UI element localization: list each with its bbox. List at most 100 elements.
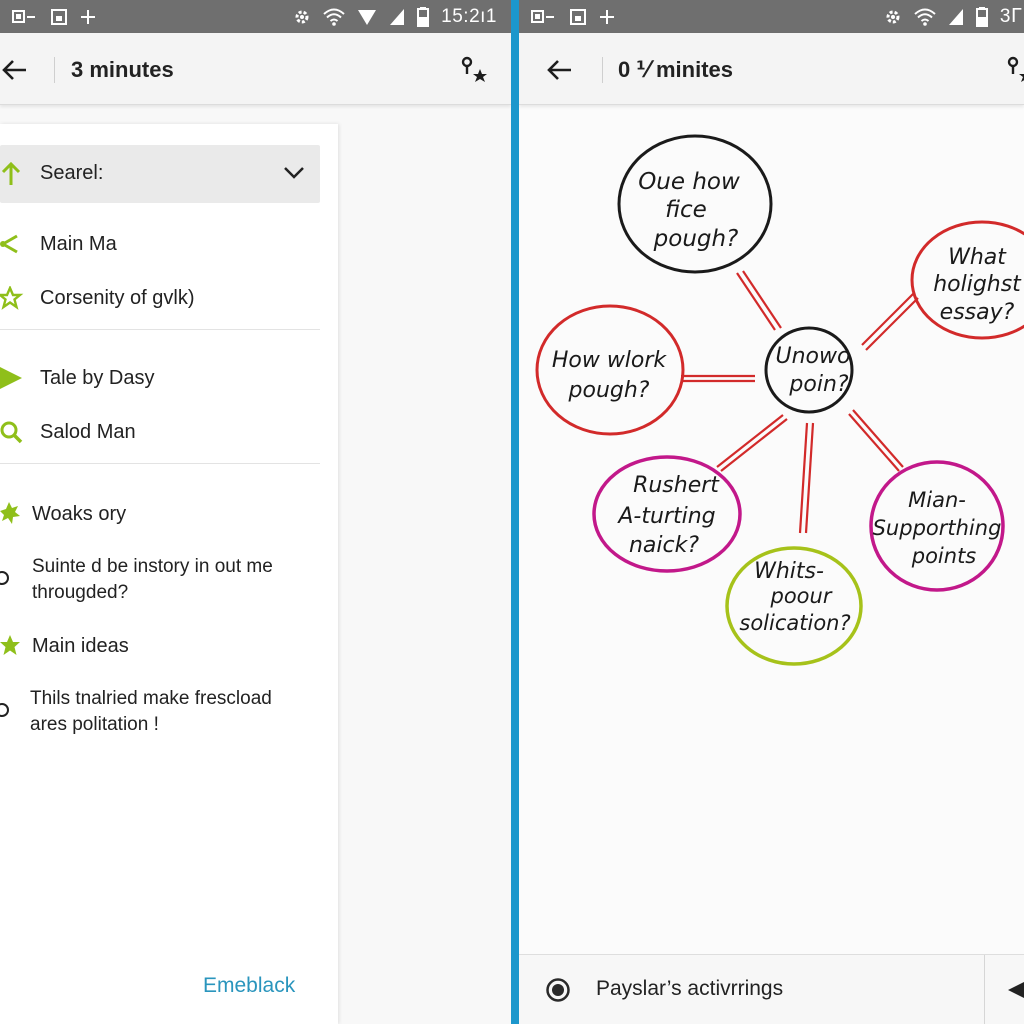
note-item-main-ideas[interactable]: Main ideas — [0, 634, 320, 660]
status-time: 3ᒥ — [999, 6, 1022, 27]
node-line: Whits- — [754, 559, 824, 584]
cell-signal-icon — [389, 8, 405, 26]
settings-icon — [884, 8, 902, 26]
arrow-up-icon — [1, 161, 21, 185]
notification-icon — [12, 9, 38, 25]
search-dropdown[interactable]: Searel: — [0, 145, 320, 203]
status-bar: 3ᒥ — [519, 0, 1024, 33]
back-button[interactable] — [545, 55, 575, 85]
download-icon — [569, 8, 587, 26]
node-line: points — [911, 544, 977, 568]
mindmap-node-top[interactable]: Oue how fice pough? — [617, 134, 773, 274]
menu-divider — [0, 463, 320, 464]
battery-icon — [417, 6, 430, 27]
node-outline — [764, 326, 854, 414]
menu-item-search[interactable]: Salod Man — [0, 420, 320, 446]
download-icon — [50, 8, 68, 26]
mindmap-node-bottomright[interactable]: Mian- Supporthing points — [869, 460, 1005, 592]
star-outline-icon — [0, 286, 24, 310]
node-line: poour — [770, 584, 833, 608]
pin-star-icon — [461, 56, 487, 82]
menu-divider — [0, 329, 320, 330]
mindmap-canvas[interactable]: Unowo poin? Oue how fice pough? What hol… — [519, 105, 1024, 950]
mindmap-node-topright[interactable]: What holighst essay? — [910, 220, 1024, 340]
node-line: holighst — [933, 272, 1022, 297]
bottom-divider — [984, 955, 985, 1024]
star-icon — [0, 635, 20, 655]
node-line: solication? — [739, 611, 850, 635]
note-item-tnalried[interactable]: Thils tnalried make frescload ares polit… — [0, 686, 330, 742]
play-icon — [0, 367, 22, 389]
node-line: Unowo — [776, 344, 851, 369]
menu-item-label: Main Ma — [40, 233, 117, 255]
note-label: Main ideas — [32, 635, 129, 657]
node-line: naick? — [629, 533, 699, 558]
plus-icon — [599, 9, 615, 25]
node-line: Supporthing — [873, 516, 1002, 540]
radio-selected-icon[interactable] — [545, 977, 571, 1003]
notification-icon — [531, 9, 557, 25]
back-button[interactable] — [0, 55, 30, 85]
link-top — [736, 270, 782, 331]
appbar-divider — [54, 57, 55, 83]
node-line: Mian- — [908, 488, 966, 512]
link-topright — [861, 292, 919, 351]
menu-item-label: Salod Man — [40, 421, 136, 443]
chevron-down-icon — [284, 167, 304, 179]
app-bar: 0 ⅟ minites — [519, 33, 1024, 105]
node-line: pough? — [568, 378, 650, 403]
link-bottomright — [848, 409, 904, 472]
right-pane: 3ᒥ 0 ⅟ minites Unowo poin? Oue how fice … — [519, 0, 1024, 1024]
note-line: Suinte d be instory in out me — [32, 556, 273, 577]
note-item-question[interactable]: Suinte d be instory in out me througded? — [0, 554, 330, 610]
menu-item-main[interactable]: Main Ma — [0, 232, 320, 258]
note-text: Suinte d be instory in out me througded? — [32, 554, 332, 606]
wifi-icon — [914, 8, 936, 26]
note-line: througded? — [32, 582, 129, 603]
menu-item-community[interactable]: Corsenity of gvlk) — [0, 286, 320, 312]
app-bar: 3 minutes — [0, 33, 511, 105]
note-label: Woaks ory — [32, 503, 127, 525]
node-line: Oue how — [638, 169, 740, 195]
radio-icon — [0, 571, 9, 585]
node-line: Rushert — [633, 473, 720, 498]
cell-signal-icon — [948, 8, 964, 26]
mindmap: Unowo poin? Oue how fice pough? What hol… — [535, 134, 1024, 666]
share-button[interactable] — [459, 55, 489, 85]
node-line: essay? — [940, 300, 1015, 325]
mindmap-node-left[interactable]: How wlork pough? — [535, 304, 685, 436]
mindmap-node-bottom[interactable]: Whits- poour solication? — [725, 546, 863, 666]
bottom-bar: Payslar’s activrrings — [519, 954, 1024, 1024]
appbar-divider — [602, 57, 603, 83]
menu-card: Searel: Main Ma Corsenity of gvlk) Tale … — [0, 124, 338, 1024]
search-icon — [0, 421, 23, 444]
settings-icon — [293, 8, 311, 26]
plus-icon — [80, 9, 96, 25]
menu-item-label: Corsenity of gvlk) — [40, 287, 195, 309]
note-item-works[interactable]: Woaks ory — [0, 502, 320, 528]
node-line: fice — [665, 197, 707, 223]
footer-link[interactable]: Emeblack — [203, 974, 295, 998]
share-button[interactable] — [1005, 55, 1024, 85]
split-divider[interactable] — [511, 0, 519, 1024]
page-title: 3 minutes — [71, 57, 174, 82]
nav-back-button[interactable] — [1006, 977, 1024, 1003]
left-pane: 15:2ı1 3 minutes Searel: Main Ma Corseni… — [0, 0, 511, 1024]
status-time: 15:2ı1 — [441, 5, 497, 27]
triangle-left-icon — [1008, 982, 1024, 998]
note-line: Thils tnalried make frescload — [30, 688, 272, 709]
menu-item-tale[interactable]: Tale by Dasy — [0, 366, 320, 392]
pin-star-icon — [1007, 56, 1024, 82]
arrow-left-icon — [2, 60, 26, 80]
mindmap-node-bottomleft[interactable]: Rushert A-turting naick? — [592, 455, 742, 573]
note-line: ares politation ! — [30, 714, 159, 735]
search-label: Searel: — [40, 162, 104, 184]
menu-item-label: Tale by Dasy — [40, 367, 155, 389]
badge-icon — [0, 502, 20, 524]
link-left — [681, 374, 755, 383]
arrow-left-icon — [547, 60, 571, 80]
signal-icon — [357, 8, 377, 26]
link-bottom — [798, 422, 815, 534]
wifi-icon — [323, 8, 345, 26]
mindmap-node-center[interactable]: Unowo poin? — [764, 326, 854, 414]
